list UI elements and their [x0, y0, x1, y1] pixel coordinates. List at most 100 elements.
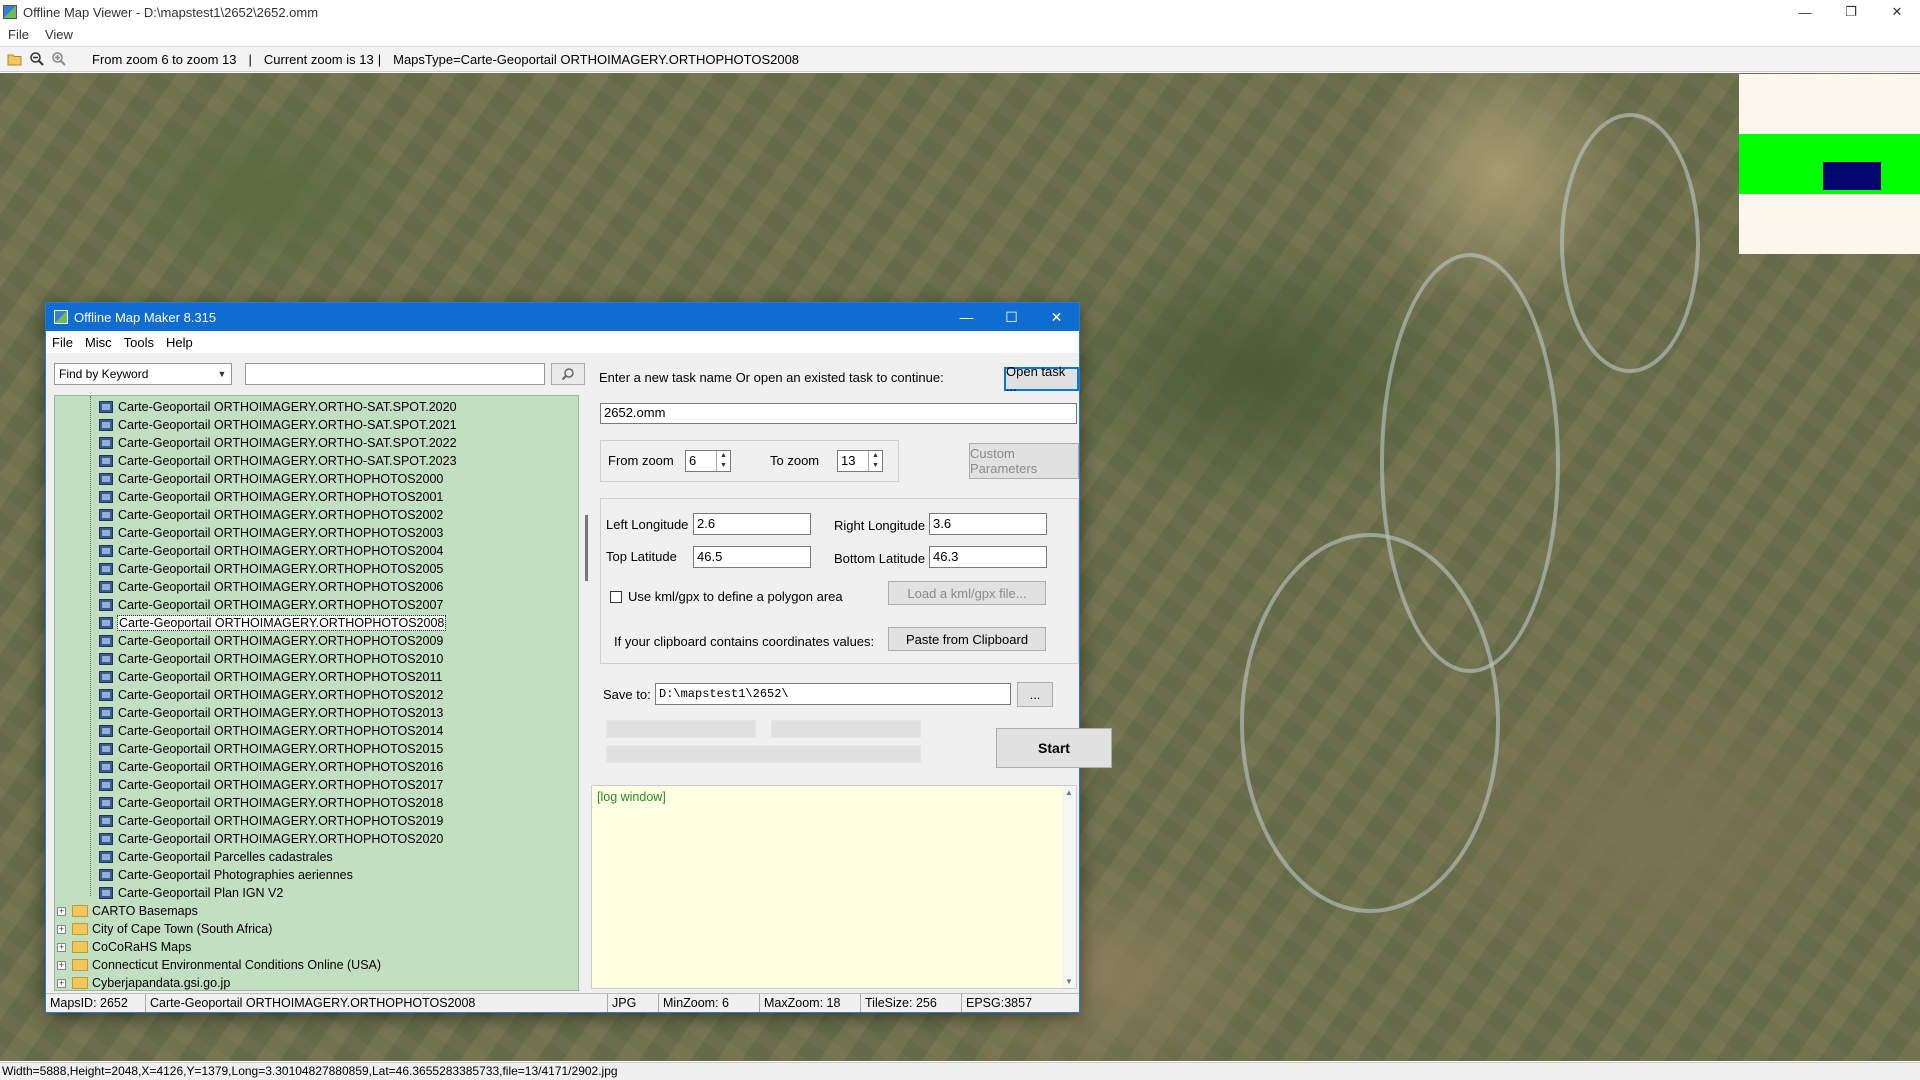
tree-item[interactable]: Carte-Geoportail Parcelles cadastrales: [99, 848, 333, 866]
dialog-titlebar[interactable]: Offline Map Maker 8.315 — ☐ ✕: [46, 303, 1079, 331]
from-zoom-stepper[interactable]: 6 ▲ ▼: [685, 450, 731, 472]
log-scrollbar[interactable]: ▲ ▼: [1062, 786, 1076, 988]
tree-item[interactable]: Carte-Geoportail ORTHOIMAGERY.ORTHO-SAT.…: [99, 416, 457, 434]
tree-item[interactable]: Carte-Geoportail ORTHOIMAGERY.ORTHOPHOTO…: [99, 596, 443, 614]
tree-folder[interactable]: + Connecticut Environmental Conditions On…: [57, 956, 381, 974]
tree-item[interactable]: Carte-Geoportail ORTHOIMAGERY.ORTHOPHOTO…: [99, 704, 443, 722]
find-keyword-input[interactable]: [245, 363, 545, 385]
map-layer-icon: [99, 671, 113, 683]
tree-item[interactable]: Carte-Geoportail ORTHOIMAGERY.ORTHO-SAT.…: [99, 452, 457, 470]
dialog-menu-tools[interactable]: Tools: [118, 335, 160, 350]
from-zoom-arrows[interactable]: ▲ ▼: [716, 451, 730, 471]
top-latitude-label: Top Latitude: [606, 549, 677, 564]
paste-clipboard-button[interactable]: Paste from Clipboard: [888, 627, 1046, 651]
kml-label[interactable]: Use kml/gpx to define a polygon area: [628, 589, 843, 604]
tree-item-label: Carte-Geoportail ORTHOIMAGERY.ORTHOPHOTO…: [118, 832, 444, 846]
tree-item[interactable]: Carte-Geoportail ORTHOIMAGERY.ORTHOPHOTO…: [99, 650, 443, 668]
to-zoom-arrows[interactable]: ▲ ▼: [868, 451, 882, 471]
to-zoom-stepper[interactable]: 13 ▲ ▼: [837, 450, 883, 472]
minimize-button[interactable]: —: [1782, 0, 1828, 24]
scroll-down-icon[interactable]: ▼: [1065, 977, 1073, 986]
tree-item-label: Carte-Geoportail ORTHOIMAGERY.ORTHOPHOTO…: [118, 652, 444, 666]
tree-item-label: Carte-Geoportail Parcelles cadastrales: [118, 850, 333, 864]
dialog-app-icon: [54, 310, 68, 324]
tree-item-label: Carte-Geoportail ORTHOIMAGERY.ORTHOPHOTO…: [118, 598, 444, 612]
open-task-button[interactable]: Open task ...: [1004, 364, 1079, 394]
top-latitude-input[interactable]: 46.5: [693, 546, 811, 568]
minimap[interactable]: [1739, 74, 1920, 254]
tree-item[interactable]: Carte-Geoportail Plan IGN V2: [99, 884, 283, 902]
log-window[interactable]: [log window] ▲ ▼: [591, 785, 1077, 989]
start-button[interactable]: Start: [996, 728, 1112, 768]
tree-item[interactable]: Carte-Geoportail ORTHOIMAGERY.ORTHOPHOTO…: [99, 524, 443, 542]
zoom-in-icon[interactable]: [48, 49, 70, 69]
tree-item[interactable]: Carte-Geoportail ORTHOIMAGERY.ORTHOPHOTO…: [99, 470, 443, 488]
spin-up-icon[interactable]: ▲: [869, 451, 882, 461]
dialog-menu-misc[interactable]: Misc: [79, 335, 118, 350]
menu-view[interactable]: View: [37, 27, 81, 42]
tree-item[interactable]: Carte-Geoportail ORTHOIMAGERY.ORTHOPHOTO…: [99, 614, 447, 632]
tree-item[interactable]: Carte-Geoportail ORTHOIMAGERY.ORTHOPHOTO…: [99, 776, 443, 794]
map-river-feature: [1560, 113, 1700, 373]
tree-item-label: Carte-Geoportail ORTHOIMAGERY.ORTHO-SAT.…: [118, 436, 457, 450]
tree-item[interactable]: Carte-Geoportail ORTHOIMAGERY.ORTHO-SAT.…: [99, 398, 457, 416]
find-button[interactable]: [551, 363, 585, 385]
tree-item[interactable]: Carte-Geoportail ORTHOIMAGERY.ORTHOPHOTO…: [99, 758, 443, 776]
tree-item[interactable]: Carte-Geoportail ORTHOIMAGERY.ORTHOPHOTO…: [99, 560, 443, 578]
maps-tree[interactable]: Carte-Geoportail ORTHOIMAGERY.ORTHO-SAT.…: [54, 395, 579, 991]
tree-item[interactable]: Carte-Geoportail Photographies aeriennes: [99, 866, 353, 884]
dialog-minimize-button[interactable]: —: [944, 303, 989, 331]
tree-item[interactable]: Carte-Geoportail ORTHOIMAGERY.ORTHOPHOTO…: [99, 488, 443, 506]
dialog-menu-file[interactable]: File: [46, 335, 79, 350]
tree-item[interactable]: Carte-Geoportail ORTHOIMAGERY.ORTHOPHOTO…: [99, 542, 443, 560]
tree-item[interactable]: Carte-Geoportail ORTHOIMAGERY.ORTHOPHOTO…: [99, 578, 443, 596]
tree-item[interactable]: Carte-Geoportail ORTHOIMAGERY.ORTHOPHOTO…: [99, 812, 443, 830]
kml-checkbox[interactable]: [610, 591, 622, 603]
tree-item[interactable]: Carte-Geoportail ORTHOIMAGERY.ORTHOPHOTO…: [99, 740, 443, 758]
tree-item-label: Carte-Geoportail Photographies aeriennes: [118, 868, 353, 882]
expand-icon[interactable]: +: [57, 924, 66, 934]
tree-item[interactable]: Carte-Geoportail ORTHOIMAGERY.ORTHOPHOTO…: [99, 686, 443, 704]
tree-item[interactable]: Carte-Geoportail ORTHOIMAGERY.ORTHOPHOTO…: [99, 668, 442, 686]
bottom-latitude-input[interactable]: 46.3: [929, 546, 1047, 568]
spin-down-icon[interactable]: ▼: [717, 461, 730, 471]
spin-up-icon[interactable]: ▲: [717, 451, 730, 461]
minimap-viewport[interactable]: [1823, 162, 1881, 190]
tree-item[interactable]: Carte-Geoportail ORTHOIMAGERY.ORTHOPHOTO…: [99, 722, 443, 740]
dialog-maximize-button[interactable]: ☐: [989, 303, 1034, 331]
tree-item[interactable]: Carte-Geoportail ORTHOIMAGERY.ORTHOPHOTO…: [99, 794, 443, 812]
tree-folder[interactable]: + CARTO Basemaps: [57, 902, 198, 920]
map-layer-icon: [99, 491, 113, 503]
browse-button[interactable]: ...: [1017, 682, 1053, 707]
tree-item[interactable]: Carte-Geoportail ORTHOIMAGERY.ORTHOPHOTO…: [99, 632, 443, 650]
spin-down-icon[interactable]: ▼: [869, 461, 882, 471]
maximize-button[interactable]: ❐: [1828, 0, 1874, 24]
zoom-out-icon[interactable]: [26, 49, 48, 69]
expand-icon[interactable]: +: [57, 978, 66, 988]
tree-scrollbar-thumb[interactable]: [585, 515, 588, 581]
open-folder-icon[interactable]: [4, 49, 26, 69]
left-longitude-input[interactable]: 2.6: [693, 513, 811, 535]
tree-scrollbar[interactable]: [583, 395, 591, 991]
tree-item[interactable]: Carte-Geoportail ORTHOIMAGERY.ORTHO-SAT.…: [99, 434, 457, 452]
custom-parameters-button[interactable]: Custom Parameters: [969, 443, 1079, 479]
scroll-up-icon[interactable]: ▲: [1065, 788, 1073, 797]
tree-folder[interactable]: + Cyberjapandata.gsi.go.jp: [57, 974, 230, 990]
expand-icon[interactable]: +: [57, 906, 66, 916]
tree-item[interactable]: Carte-Geoportail ORTHOIMAGERY.ORTHOPHOTO…: [99, 506, 443, 524]
tree-folder[interactable]: + CoCoRaHS Maps: [57, 938, 191, 956]
dialog-close-button[interactable]: ✕: [1034, 303, 1079, 331]
close-button[interactable]: ✕: [1874, 0, 1920, 24]
dialog-menu-help[interactable]: Help: [160, 335, 199, 350]
save-path-input[interactable]: D:\mapstest1\2652\: [655, 683, 1011, 705]
from-zoom-label: From zoom: [608, 453, 674, 468]
expand-icon[interactable]: +: [57, 942, 66, 952]
load-kml-button[interactable]: Load a kml/gpx file...: [888, 581, 1046, 605]
tree-folder[interactable]: + City of Cape Town (South Africa): [57, 920, 272, 938]
find-mode-select[interactable]: Find by Keyword ▼: [54, 363, 232, 385]
task-name-input[interactable]: 2652.omm: [600, 403, 1077, 424]
tree-item[interactable]: Carte-Geoportail ORTHOIMAGERY.ORTHOPHOTO…: [99, 830, 443, 848]
expand-icon[interactable]: +: [57, 960, 66, 970]
right-longitude-input[interactable]: 3.6: [929, 513, 1047, 535]
menu-file[interactable]: File: [0, 27, 37, 42]
